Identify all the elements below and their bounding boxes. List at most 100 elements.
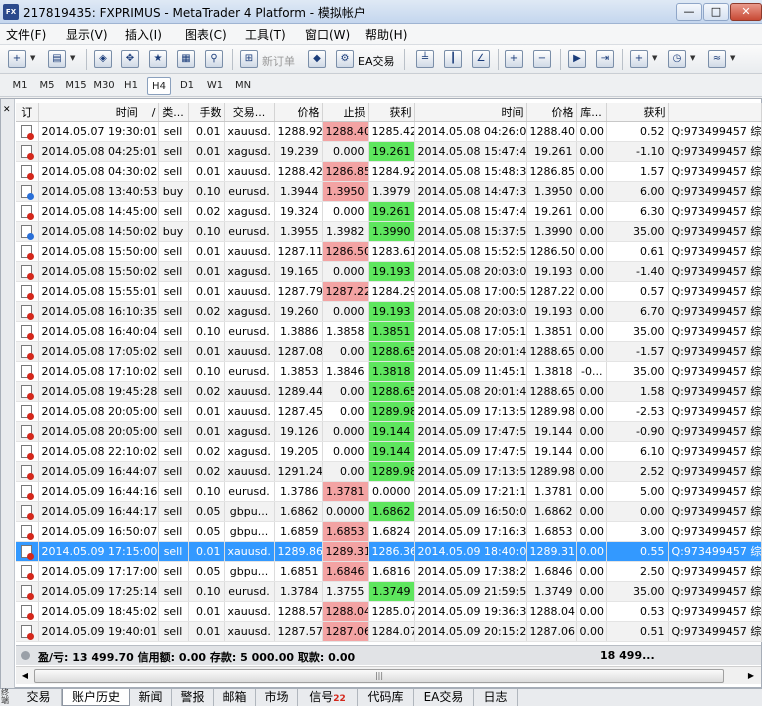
tab-mailbox[interactable]: 邮箱 — [214, 689, 256, 706]
col-close-price[interactable]: 价格 — [526, 103, 577, 122]
table-row[interactable]: 2014.05.09 17:17:00 sell 0.05 gbpu... 1.6851… — [16, 561, 762, 582]
table-row[interactable]: 2014.05.09 19:40:01 sell 0.01 xauusd. 1287.5… — [16, 621, 762, 642]
timeframe-m5[interactable]: M5 — [36, 77, 58, 95]
tab-experts[interactable]: EA交易 — [414, 689, 474, 706]
timeframe-m30[interactable]: M30 — [91, 77, 117, 95]
tab-alerts[interactable]: 警报 — [172, 689, 214, 706]
zoom-out-icon[interactable]: − — [533, 50, 551, 68]
close-button[interactable]: ✕ — [730, 3, 762, 21]
scroll-left-icon[interactable]: ◀ — [17, 669, 33, 683]
menu-charts[interactable]: 图表(C) — [185, 26, 227, 43]
terminal-icon[interactable]: ▦ — [177, 50, 195, 68]
col-order[interactable]: 订 — [16, 103, 39, 122]
table-row[interactable]: 2014.05.08 17:10:02 sell 0.10 eurusd. 1.3853… — [16, 361, 762, 382]
auto-scroll-icon[interactable]: ▶ — [568, 50, 586, 68]
table-row[interactable]: 2014.05.08 20:05:00 sell 0.01 xagusd. 19.126… — [16, 421, 762, 442]
table-row[interactable]: 2014.05.08 04:25:01 sell 0.01 xagusd. 19.239… — [16, 141, 762, 162]
minimize-button[interactable]: — — [676, 3, 702, 21]
table-row[interactable]: 2014.05.08 16:10:35 sell 0.02 xagusd. 19.260… — [16, 301, 762, 322]
data-window-icon[interactable]: ✥ — [121, 50, 139, 68]
tab-account-history[interactable]: 账户历史 — [62, 689, 130, 706]
table-row[interactable]: 2014.05.08 22:10:02 sell 0.02 xagusd. 19.205… — [16, 441, 762, 462]
table-row[interactable]: 2014.05.08 15:55:01 sell 0.01 xauusd. 1287.7… — [16, 281, 762, 302]
col-type[interactable]: 类... — [158, 103, 189, 122]
col-open-price[interactable]: 价格 — [274, 103, 323, 122]
col-comment[interactable] — [668, 103, 762, 122]
table-row[interactable]: 2014.05.08 13:40:53 buy 0.10 eurusd. 1.3944 1… — [16, 181, 762, 202]
menu-tools[interactable]: 工具(T) — [245, 26, 286, 43]
expert-advisors-button[interactable]: EA交易 — [358, 53, 394, 69]
new-order-icon[interactable]: ⊞ — [240, 50, 258, 68]
candlestick-icon[interactable]: ┃ — [444, 50, 462, 68]
periods-clock-icon[interactable]: ◷ — [668, 50, 686, 68]
col-lots[interactable]: 手数 — [188, 103, 225, 122]
table-row[interactable]: 2014.05.08 14:45:00 sell 0.02 xagusd. 19.324… — [16, 201, 762, 222]
timeframe-d1[interactable]: D1 — [176, 77, 198, 95]
timeframe-m15[interactable]: M15 — [63, 77, 89, 95]
new-chart-icon[interactable]: + — [8, 50, 26, 68]
timeframe-m1[interactable]: M1 — [9, 77, 31, 95]
table-row[interactable]: 2014.05.09 17:15:00 sell 0.01 xauusd. 1289.8… — [16, 541, 762, 562]
bar-chart-icon[interactable]: ╧ — [416, 50, 434, 68]
table-row[interactable]: 2014.05.09 16:44:17 sell 0.05 gbpu... 1.6862… — [16, 501, 762, 522]
table-row[interactable]: 2014.05.09 16:44:07 sell 0.02 xauusd. 1291.2… — [16, 461, 762, 482]
chevron-down-icon[interactable]: ▼ — [30, 54, 35, 62]
menu-view[interactable]: 显示(V) — [66, 26, 108, 43]
table-row[interactable]: 2014.05.08 20:05:00 sell 0.01 xauusd. 1287.4… — [16, 401, 762, 422]
timeframe-w1[interactable]: W1 — [204, 77, 226, 95]
profiles-icon[interactable]: ▤ — [48, 50, 66, 68]
navigator-icon[interactable]: ★ — [149, 50, 167, 68]
table-row[interactable]: 2014.05.09 16:44:16 sell 0.10 eurusd. 1.3786… — [16, 481, 762, 502]
tab-signals[interactable]: 信号22 — [298, 689, 358, 706]
col-open-time[interactable]: 时间 / — [38, 103, 159, 122]
chevron-down-icon[interactable]: ▼ — [690, 54, 695, 62]
new-order-button[interactable]: 新订单 — [262, 53, 295, 69]
maximize-button[interactable]: □ — [703, 3, 729, 21]
col-profit[interactable]: 获利 — [606, 103, 669, 122]
chart-shift-icon[interactable]: ⇥ — [596, 50, 614, 68]
col-close-time[interactable]: 时间 — [414, 103, 527, 122]
table-row[interactable]: 2014.05.09 17:25:14 sell 0.10 eurusd. 1.3784… — [16, 581, 762, 602]
table-row[interactable]: 2014.05.09 18:45:02 sell 0.01 xauusd. 1288.5… — [16, 601, 762, 622]
timeframe-mn[interactable]: MN — [231, 77, 255, 95]
templates-icon[interactable]: ≈ — [708, 50, 726, 68]
chevron-down-icon[interactable]: ▼ — [652, 54, 657, 62]
col-swap[interactable]: 库... — [576, 103, 607, 122]
table-row[interactable]: 2014.05.08 16:40:04 sell 0.10 eurusd. 1.3886… — [16, 321, 762, 342]
col-symbol[interactable]: 交易... — [224, 103, 275, 122]
table-row[interactable]: 2014.05.08 19:45:28 sell 0.02 xauusd. 1289.4… — [16, 381, 762, 402]
indicators-icon[interactable]: + — [630, 50, 648, 68]
line-chart-icon[interactable]: ∠ — [472, 50, 490, 68]
table-row[interactable]: 2014.05.08 17:05:02 sell 0.01 xauusd. 1287.0… — [16, 341, 762, 362]
tab-trade[interactable]: 交易 — [16, 689, 62, 706]
scroll-thumb[interactable]: ||| — [34, 669, 724, 683]
meta-editor-icon[interactable]: ◆ — [308, 50, 326, 68]
table-row[interactable]: 2014.05.08 15:50:00 sell 0.01 xauusd. 1287.1… — [16, 241, 762, 262]
timeframe-h1[interactable]: H1 — [120, 77, 142, 95]
timeframe-h4[interactable]: H4 — [147, 77, 171, 95]
menu-insert[interactable]: 插入(I) — [125, 26, 162, 43]
horizontal-scrollbar[interactable]: ◀ ||| ▶ — [16, 666, 761, 684]
scroll-right-icon[interactable]: ▶ — [743, 669, 759, 683]
expert-advisor-icon[interactable]: ⚙ — [336, 50, 354, 68]
table-row[interactable]: 2014.05.07 19:30:01 sell 0.01 xauusd. 1288.9… — [16, 121, 762, 142]
chevron-down-icon[interactable]: ▼ — [70, 54, 75, 62]
chevron-down-icon[interactable]: ▼ — [730, 54, 735, 62]
tab-journal[interactable]: 日志 — [474, 689, 518, 706]
table-row[interactable]: 2014.05.08 15:50:02 sell 0.01 xagusd. 19.165… — [16, 261, 762, 282]
menu-window[interactable]: 窗口(W) — [305, 26, 350, 43]
table-row[interactable]: 2014.05.08 14:50:02 buy 0.10 eurusd. 1.3955 1… — [16, 221, 762, 242]
menu-file[interactable]: 文件(F) — [6, 26, 46, 43]
menu-help[interactable]: 帮助(H) — [365, 26, 407, 43]
strategy-tester-icon[interactable]: ⚲ — [205, 50, 223, 68]
market-watch-icon[interactable]: ◈ — [94, 50, 112, 68]
table-row[interactable]: 2014.05.08 04:30:02 sell 0.01 xauusd. 1288.4… — [16, 161, 762, 182]
col-stop-loss[interactable]: 止损 — [322, 103, 369, 122]
close-icon[interactable]: ✕ — [3, 105, 11, 115]
col-take-profit[interactable]: 获利 — [368, 103, 415, 122]
tab-code-base[interactable]: 代码库 — [358, 689, 414, 706]
zoom-in-icon[interactable]: + — [505, 50, 523, 68]
table-row[interactable]: 2014.05.09 16:50:07 sell 0.05 gbpu... 1.6859… — [16, 521, 762, 542]
tab-news[interactable]: 新闻 — [130, 689, 172, 706]
tab-market[interactable]: 市场 — [256, 689, 298, 706]
